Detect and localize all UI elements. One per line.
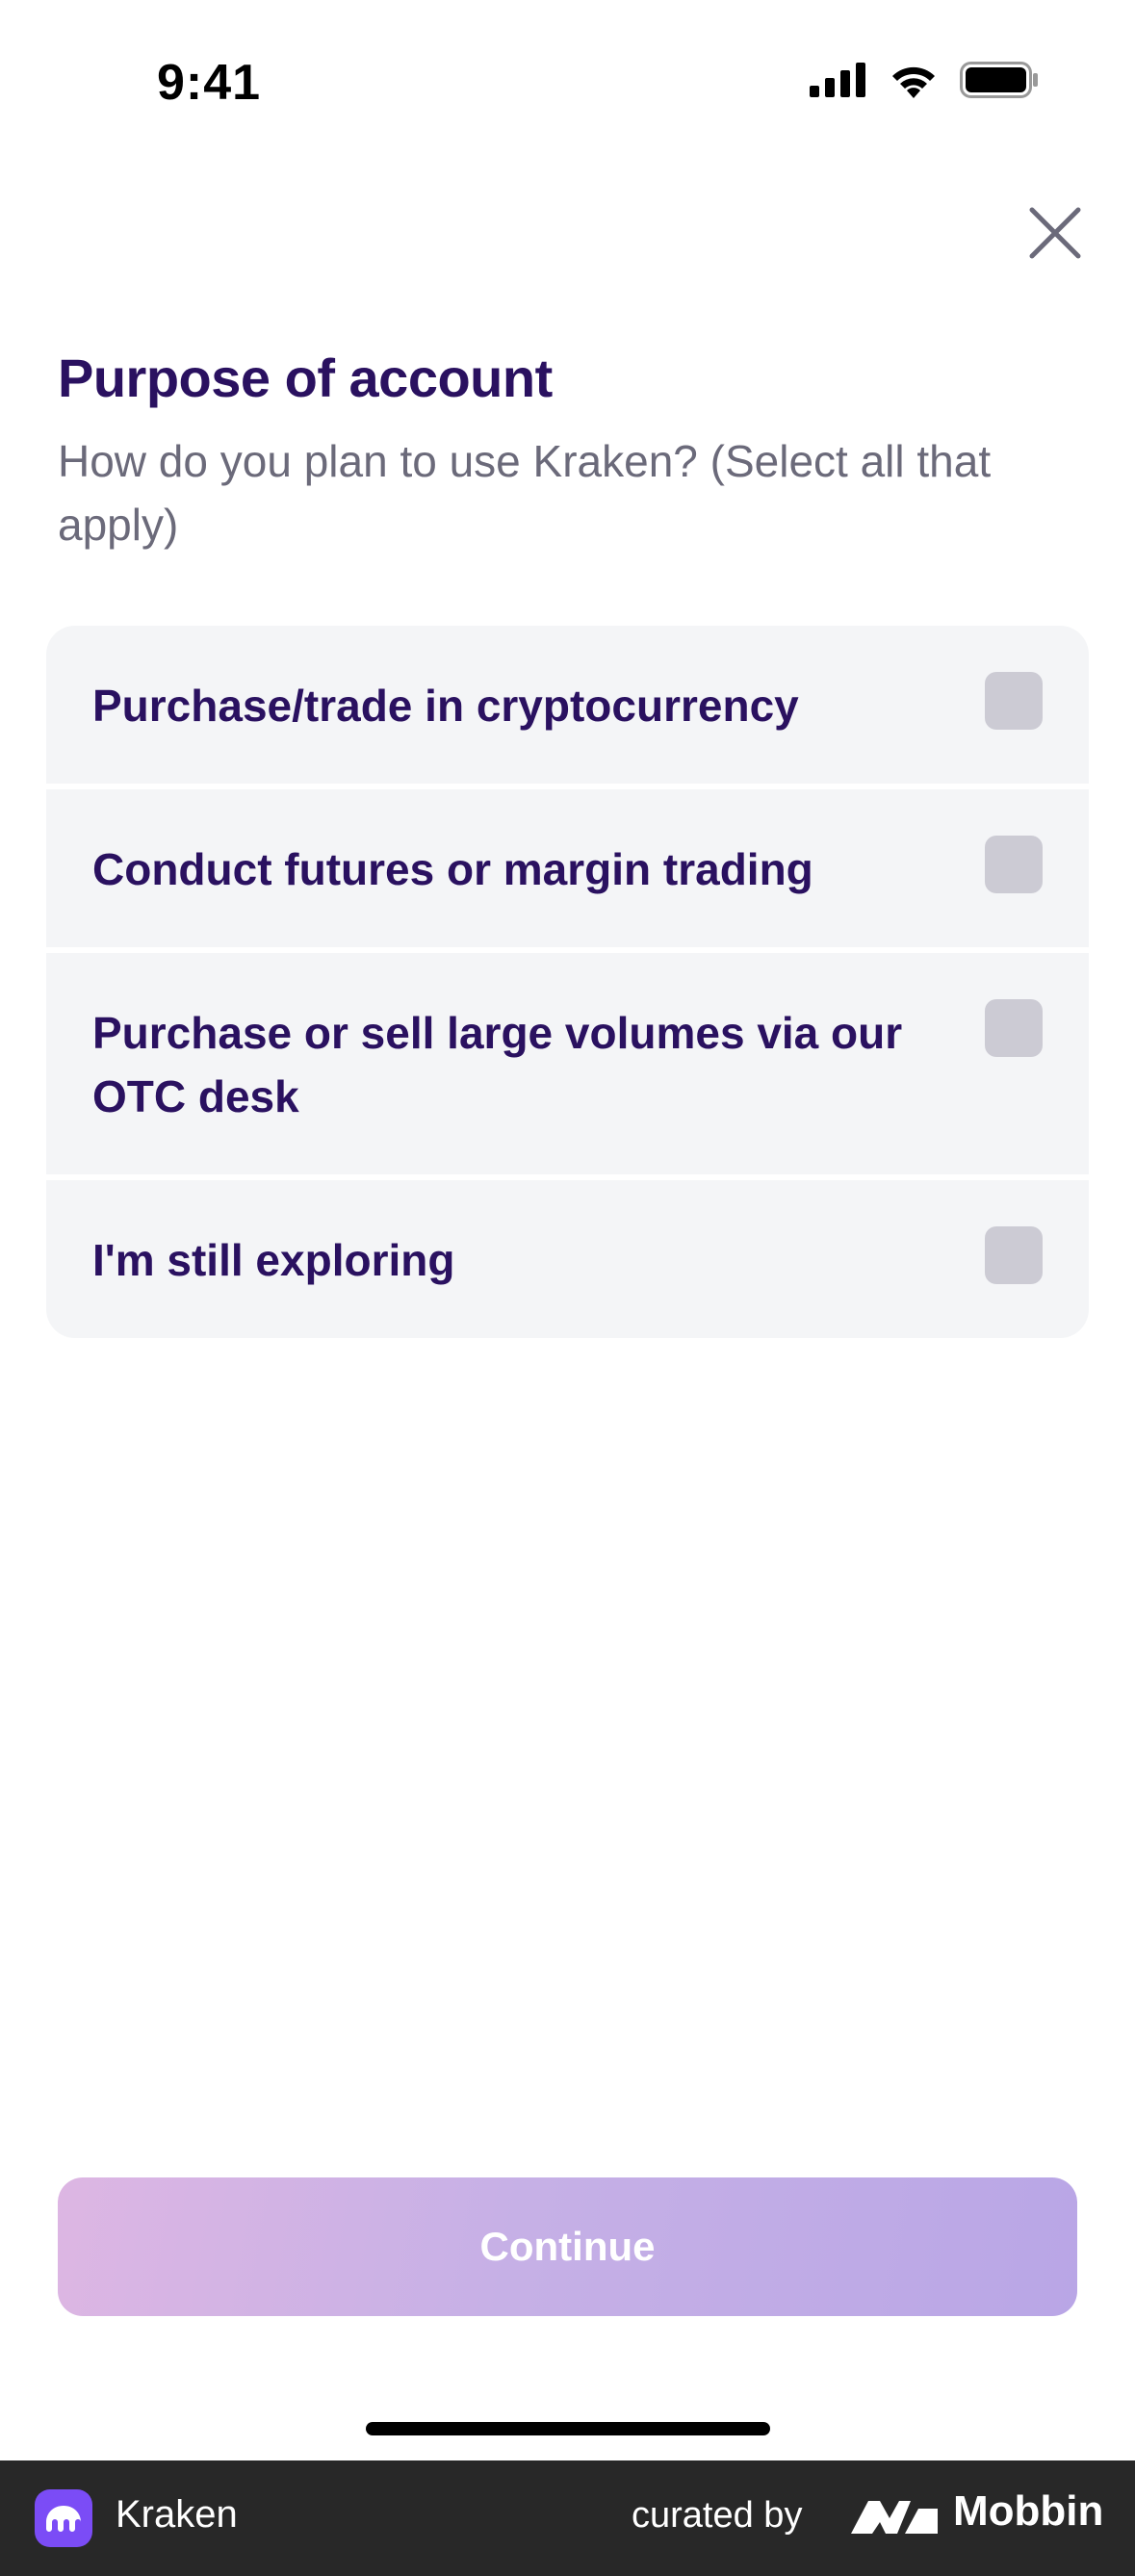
continue-button[interactable]: Continue bbox=[58, 2177, 1077, 2316]
option-still-exploring[interactable]: I'm still exploring bbox=[46, 1180, 1089, 1338]
wifi-icon bbox=[889, 62, 939, 103]
kraken-app-icon bbox=[35, 2489, 92, 2547]
option-label: Conduct futures or margin trading bbox=[92, 844, 813, 894]
option-label: Purchase or sell large volumes via our O… bbox=[92, 1008, 903, 1121]
option-futures-margin-trading[interactable]: Conduct futures or margin trading bbox=[46, 789, 1089, 947]
status-time: 9:41 bbox=[157, 55, 262, 111]
option-purchase-trade-crypto[interactable]: Purchase/trade in cryptocurrency bbox=[46, 626, 1089, 784]
checkbox[interactable] bbox=[985, 836, 1043, 893]
status-bar: 9:41 bbox=[0, 0, 1135, 168]
status-icons bbox=[810, 62, 1039, 103]
footer-brand-name: Mobbin bbox=[953, 2487, 1104, 2535]
checkbox[interactable] bbox=[985, 999, 1043, 1057]
option-otc-desk[interactable]: Purchase or sell large volumes via our O… bbox=[46, 953, 1089, 1174]
page-title: Purpose of account bbox=[58, 348, 553, 408]
footer-app-name: Kraken bbox=[116, 2493, 238, 2536]
checkbox[interactable] bbox=[985, 672, 1043, 730]
option-label: I'm still exploring bbox=[92, 1235, 455, 1285]
purpose-options-list: Purchase/trade in cryptocurrency Conduct… bbox=[46, 626, 1089, 1338]
close-button[interactable] bbox=[1020, 200, 1090, 270]
close-icon bbox=[1028, 206, 1082, 265]
page-subtitle: How do you plan to use Kraken? (Select a… bbox=[58, 436, 992, 550]
cellular-signal-icon bbox=[810, 63, 867, 102]
mobbin-logo-icon bbox=[851, 2495, 938, 2542]
footer-curated-by: curated by bbox=[632, 2495, 803, 2536]
home-indicator bbox=[366, 2422, 770, 2435]
battery-icon bbox=[960, 62, 1039, 103]
checkbox[interactable] bbox=[985, 1226, 1043, 1284]
option-label: Purchase/trade in cryptocurrency bbox=[92, 681, 799, 731]
footer-bar: Kraken curated by Mobbin bbox=[0, 2460, 1135, 2576]
